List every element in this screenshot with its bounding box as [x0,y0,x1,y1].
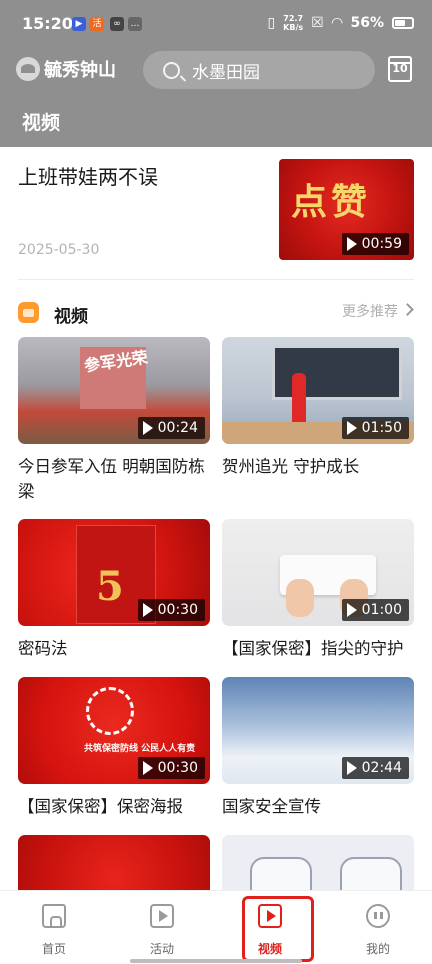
section-title: 视频 [54,307,88,327]
logo-icon [16,57,40,81]
duration-text: 02:44 [361,760,402,776]
status-time: 15:20 [22,14,73,33]
home-icon [42,904,66,928]
search-bar[interactable]: 水墨田园 [143,51,375,89]
duration-badge: 01:00 [341,599,409,621]
play-icon [142,761,153,775]
video-section-header: 视频 更多推荐 [18,298,414,327]
app-logo[interactable]: 毓秀钟山 [16,56,116,82]
home-indicator[interactable] [130,959,302,963]
battery-icon [392,17,414,29]
video-title: 【国家保密】指尖的守护 [222,639,404,658]
status-bar: 15:20 ▶ 活 ∞ … ▯ 72.7 KB/s ☒ ◠ 56% [0,0,432,48]
video-thumbnail[interactable]: 共筑保密防线 公民人人有责 00:30 [18,677,210,784]
nav-home[interactable]: 首页 [0,891,108,964]
app-notification-icon: ∞ [110,17,124,31]
video-icon [258,904,282,928]
app-bar: 毓秀钟山 水墨田园 10 [0,48,432,94]
more-recommend-link[interactable]: 更多推荐 [342,301,398,321]
sim-icon: ☒ [311,15,324,31]
video-title: 今日参军入伍 明朝国防栋梁 [18,457,205,501]
duration-badge: 00:30 [137,757,205,779]
duration-text: 00:59 [361,236,402,252]
video-thumbnail[interactable]: 01:00 [222,519,414,626]
play-icon [346,761,357,775]
play-square-icon [150,904,174,928]
hand-graphic [286,579,314,617]
page-title: 视频 [22,112,61,134]
play-icon [346,421,357,435]
app-notification-icon: … [128,17,142,31]
calendar-day: 10 [392,62,408,75]
featured-date: 2025-05-30 [18,242,100,258]
video-card[interactable]: 01:00 【国家保密】指尖的守护 [222,519,414,661]
duration-text: 01:50 [361,420,402,436]
featured-article[interactable]: 上班带娃两不误 2025-05-30 点赞 00:59 [0,147,432,280]
calendar-icon[interactable]: 10 [388,56,412,82]
duration-badge: 00:30 [137,599,205,621]
vibrate-icon: ▯ [267,15,276,31]
video-card[interactable]: 01:50 贺州追光 守护成长 [222,337,414,479]
play-icon [346,603,357,617]
video-title: 国家安全宣传 [222,797,321,816]
featured-title: 上班带娃两不误 [18,165,158,189]
video-thumbnail[interactable]: 参军光荣 00:24 [18,337,210,444]
nav-video[interactable]: 视频 [216,891,324,964]
featured-thumbnail[interactable]: 点赞 00:59 [279,159,414,260]
duration-text: 00:24 [157,420,198,436]
video-thumbnail[interactable]: 5 00:30 [18,519,210,626]
video-card[interactable]: 共筑保密防线 公民人人有责 00:30 【国家保密】保密海报 [18,677,210,819]
video-card[interactable]: 参军光荣 00:24 今日参军入伍 明朝国防栋梁 [18,337,210,504]
nav-label: 活动 [149,942,174,956]
duration-badge: 02:44 [341,757,409,779]
duration-text: 00:30 [157,602,198,618]
play-icon [346,237,357,251]
search-icon [163,61,180,79]
video-card[interactable]: 02:44 国家安全宣传 [222,677,414,819]
wifi-icon: ◠ [331,15,343,31]
nav-mine[interactable]: 我的 [324,891,432,964]
video-card[interactable]: 5 00:30 密码法 [18,519,210,661]
video-thumbnail[interactable]: 01:50 [222,337,414,444]
duration-text: 01:00 [361,602,402,618]
video-thumbnail[interactable]: 02:44 [222,677,414,784]
video-title: 【国家保密】保密海报 [18,797,183,816]
thumbnail-text: 点赞 [291,181,372,223]
chevron-right-icon[interactable] [401,303,414,316]
nav-activity[interactable]: 活动 [108,891,216,964]
nav-label: 视频 [257,942,282,956]
play-icon [142,603,153,617]
video-section-icon [18,302,39,323]
battery-percent: 56% [350,15,384,31]
duration-badge: 00:24 [137,417,205,439]
thumbnail-text: 共筑保密防线 公民人人有责 [84,744,196,754]
divider [18,279,414,280]
app-notification-icon: 活 [90,17,104,31]
bottom-nav: 首页 活动 视频 我的 [0,890,432,964]
flower-emblem-graphic [86,687,134,735]
top-header: 15:20 ▶ 活 ∞ … ▯ 72.7 KB/s ☒ ◠ 56% 毓秀钟山 水… [0,0,432,147]
duration-text: 00:30 [157,760,198,776]
nav-label: 我的 [365,942,390,956]
play-icon [142,421,153,435]
status-indicators: ▯ 72.7 KB/s ☒ ◠ 56% [267,14,414,32]
nav-label: 首页 [41,942,66,956]
network-speed: 72.7 KB/s [283,14,304,32]
face-icon [366,904,390,928]
video-title: 贺州追光 守护成长 [222,457,360,476]
video-title: 密码法 [18,639,68,658]
duration-badge: 01:50 [341,417,409,439]
app-notification-icon: ▶ [72,17,86,31]
duration-badge: 00:59 [341,233,409,255]
anniversary-number-graphic: 5 [96,563,124,610]
search-text: 水墨田园 [192,62,260,83]
logo-text: 毓秀钟山 [44,60,116,81]
